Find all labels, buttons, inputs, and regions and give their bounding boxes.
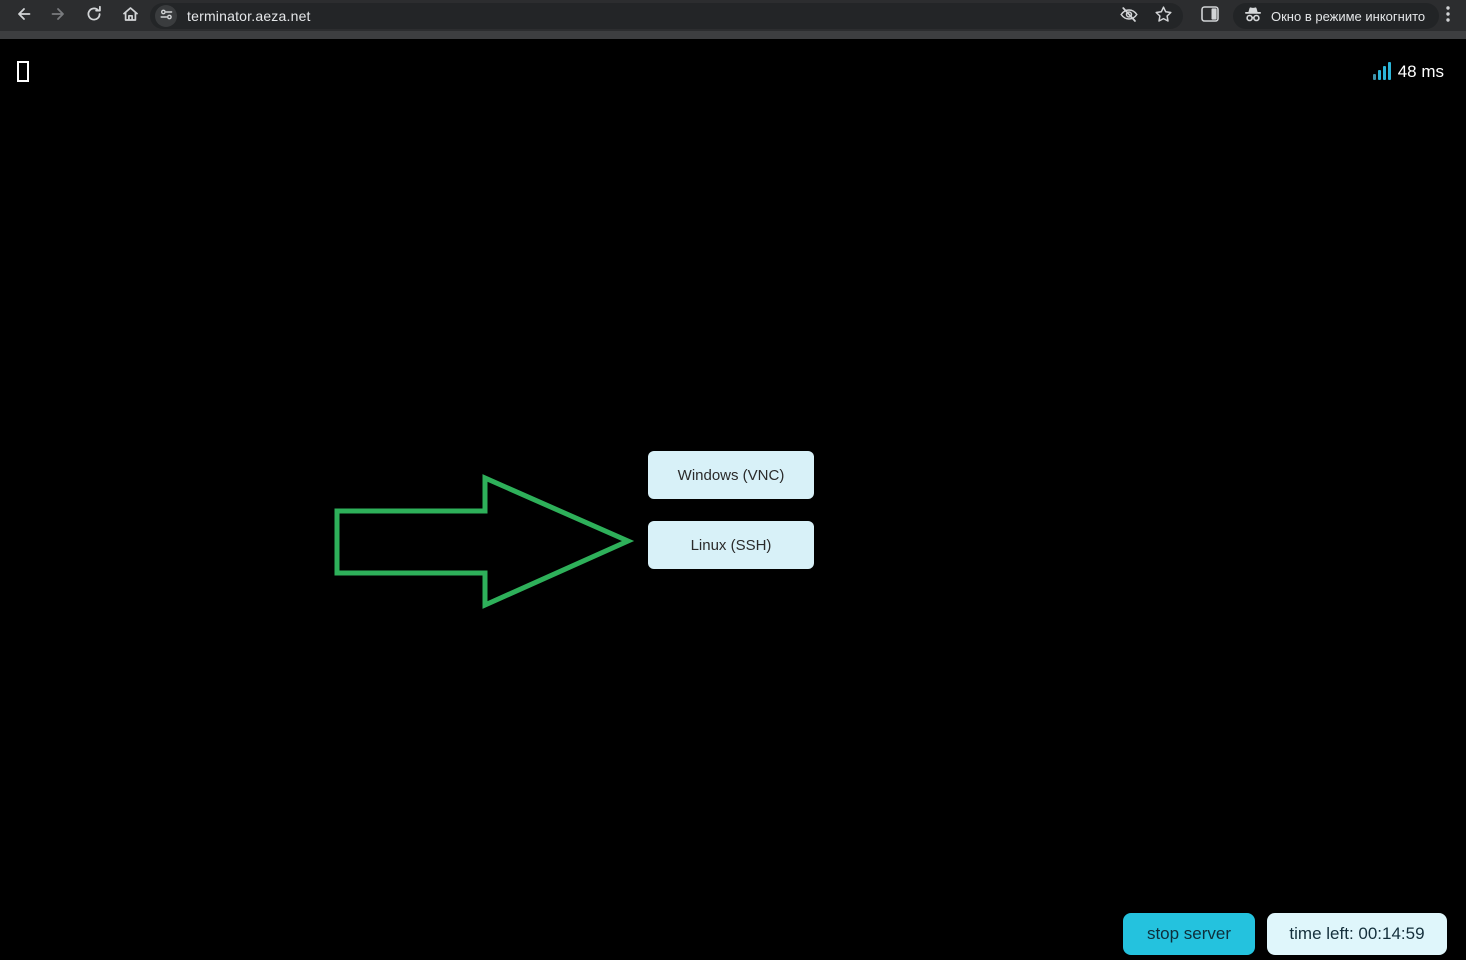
green-arrow-pointer (334, 474, 635, 609)
star-icon (1154, 5, 1173, 27)
forward-icon (50, 5, 68, 26)
eye-off-icon (1119, 5, 1139, 27)
linux-ssh-button[interactable]: Linux (SSH) (648, 521, 814, 569)
forward-button[interactable] (44, 1, 74, 30)
ping-value: 48 ms (1397, 62, 1444, 81)
site-settings-button[interactable] (155, 5, 177, 27)
missing-glyph-box (17, 61, 29, 82)
ping-indicator: 48 ms (1372, 62, 1444, 82)
url-text[interactable]: terminator.aeza.net (187, 8, 311, 24)
toolbar-separator (0, 31, 1466, 39)
back-icon (14, 5, 32, 26)
side-panel-icon (1201, 6, 1219, 25)
browser-toolbar: terminator.aeza.net Окно в режиме инкогн… (0, 0, 1466, 31)
home-icon (121, 5, 140, 26)
tune-icon (160, 8, 173, 24)
kebab-menu-icon (1446, 6, 1450, 25)
time-left-badge: time left: 00:14:59 (1267, 913, 1447, 955)
incognito-badge-label: Окно в режиме инкогнито (1271, 8, 1426, 24)
stop-server-button[interactable]: stop server (1123, 913, 1255, 955)
reload-button[interactable] (79, 1, 109, 30)
signal-bars-icon (1372, 62, 1391, 82)
address-bar[interactable]: terminator.aeza.net (150, 3, 1183, 29)
incognito-badge: Окно в режиме инкогнито (1233, 3, 1440, 29)
side-panel-button[interactable] (1196, 2, 1224, 29)
browser-menu-button[interactable] (1436, 2, 1460, 29)
home-button[interactable] (115, 1, 145, 30)
incognito-icon (1243, 5, 1263, 28)
windows-vnc-button[interactable]: Windows (VNC) (648, 451, 814, 499)
back-button[interactable] (8, 1, 38, 30)
reload-icon (85, 5, 103, 26)
bookmark-star-button[interactable] (1151, 4, 1175, 28)
password-eye-off-button[interactable] (1117, 4, 1141, 28)
